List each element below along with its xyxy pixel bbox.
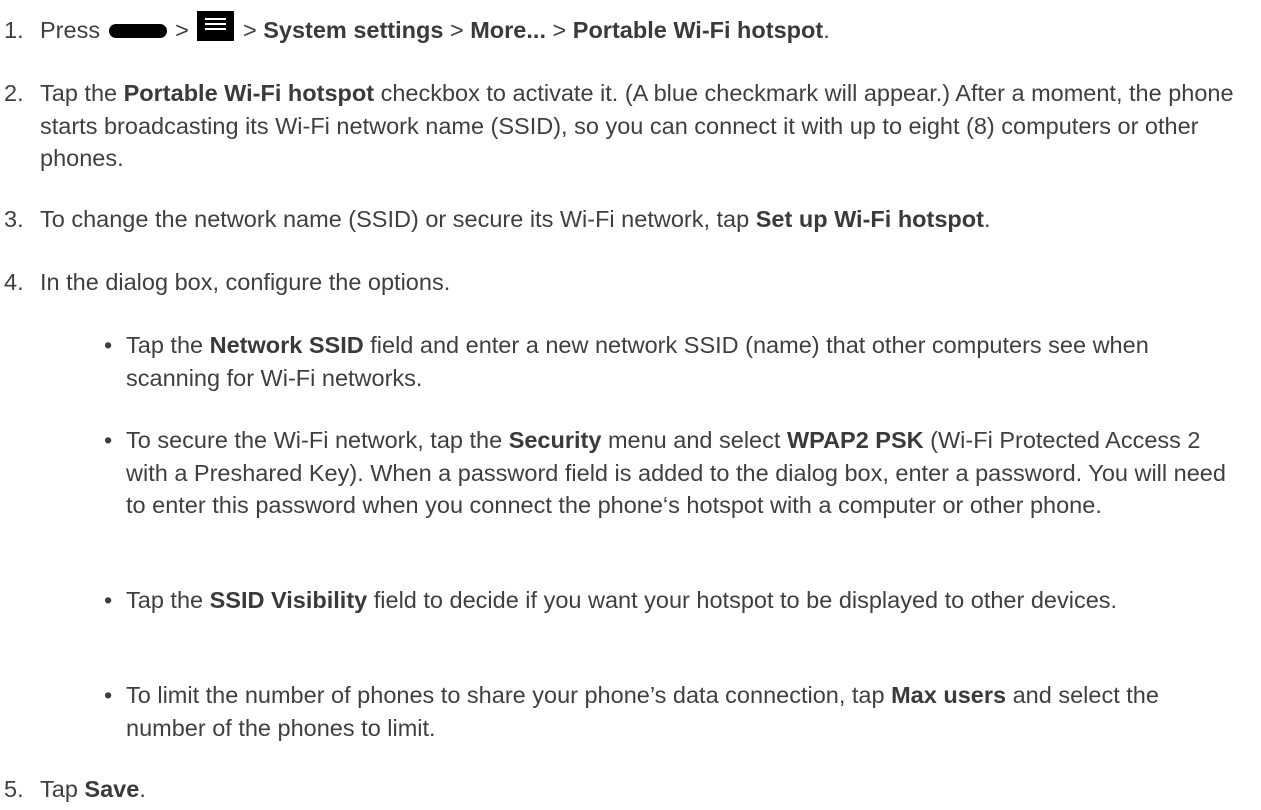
max-users-label: Max users [891, 682, 1007, 708]
step-word: Press [40, 17, 101, 43]
step-1: 1. Press > > System settings > More... >… [4, 10, 1244, 47]
step-number: 4. [4, 269, 24, 295]
option-bullet-ssid-visibility: • Tap the SSID Visibility field to decid… [104, 584, 1234, 617]
system-settings-label: System settings [263, 17, 444, 43]
step-number: 3. [4, 206, 24, 232]
step-text-part: Tap the [40, 80, 118, 106]
bullet-text: To limit the number of phones to share y… [126, 679, 1234, 744]
portable-hotspot-label: Portable Wi-Fi hotspot [123, 80, 375, 106]
separator: > [242, 17, 257, 43]
wpa2-psk-label: WPAP2 PSK [786, 427, 924, 453]
step-number: 2. [4, 80, 24, 106]
period: . [983, 206, 991, 232]
bullet-text: To secure the Wi-Fi network, tap the Sec… [126, 424, 1234, 522]
bullet-dot: • [104, 682, 113, 708]
menu-icon [197, 10, 235, 41]
bullet-text-part: To secure the Wi-Fi network, tap the [126, 427, 503, 453]
security-label: Security [508, 427, 602, 453]
step-number: 5. [4, 776, 24, 802]
ssid-visibility-label: SSID Visibility [209, 587, 368, 613]
bullet-dot: • [104, 587, 113, 613]
bullet-text-part: field to decide if you want your hotspot… [373, 587, 1118, 613]
bullet-text-part: Tap the [126, 332, 204, 358]
step-3: 3. To change the network name (SSID) or … [4, 203, 1244, 236]
step-text: To change the network name (SSID) or sec… [40, 203, 1244, 236]
step-text: In the dialog box, configure the options… [40, 269, 451, 295]
network-ssid-label: Network SSID [209, 332, 364, 358]
period: . [823, 17, 830, 43]
step-number: 1. [4, 17, 24, 43]
bullet-dot: • [104, 332, 113, 358]
step-text: Press > > System settings > More... > Po… [40, 10, 1244, 47]
option-bullet-network-ssid: • Tap the Network SSID field and enter a… [104, 329, 1234, 394]
bullet-text-part: menu and select [607, 427, 781, 453]
bullet-text: Tap the Network SSID field and enter a n… [126, 329, 1234, 394]
option-bullet-max-users: • To limit the number of phones to share… [104, 679, 1234, 744]
step-text-part: To change the network name (SSID) or sec… [40, 206, 750, 232]
period: . [139, 776, 146, 802]
portable-hotspot-label: Portable Wi-Fi hotspot [572, 17, 824, 43]
bullet-dot: • [104, 427, 113, 453]
bullet-text: Tap the SSID Visibility field to decide … [126, 584, 1234, 617]
option-bullet-security: • To secure the Wi-Fi network, tap the S… [104, 424, 1234, 522]
bullet-text-part: To limit the number of phones to share y… [126, 682, 885, 708]
step-5: 5. Tap Save. [4, 773, 1244, 806]
save-label: Save [84, 776, 140, 802]
step-4: 4. In the dialog box, configure the opti… [4, 266, 1244, 299]
separator: > [449, 17, 464, 43]
step-text-part: Tap [40, 776, 78, 802]
instruction-document: 1. Press > > System settings > More... >… [0, 0, 1261, 810]
more-label: More... [470, 17, 546, 43]
step-2: 2. Tap the Portable Wi-Fi hotspot checkb… [4, 77, 1244, 175]
step-text: Tap Save. [40, 773, 1244, 806]
step-text: Tap the Portable Wi-Fi hotspot checkbox … [40, 77, 1244, 175]
separator: > [175, 17, 189, 43]
separator: > [552, 17, 567, 43]
home-key-icon [108, 23, 167, 38]
bullet-text-part: Tap the [126, 587, 204, 613]
set-up-hotspot-label: Set up Wi-Fi hotspot [755, 206, 984, 232]
